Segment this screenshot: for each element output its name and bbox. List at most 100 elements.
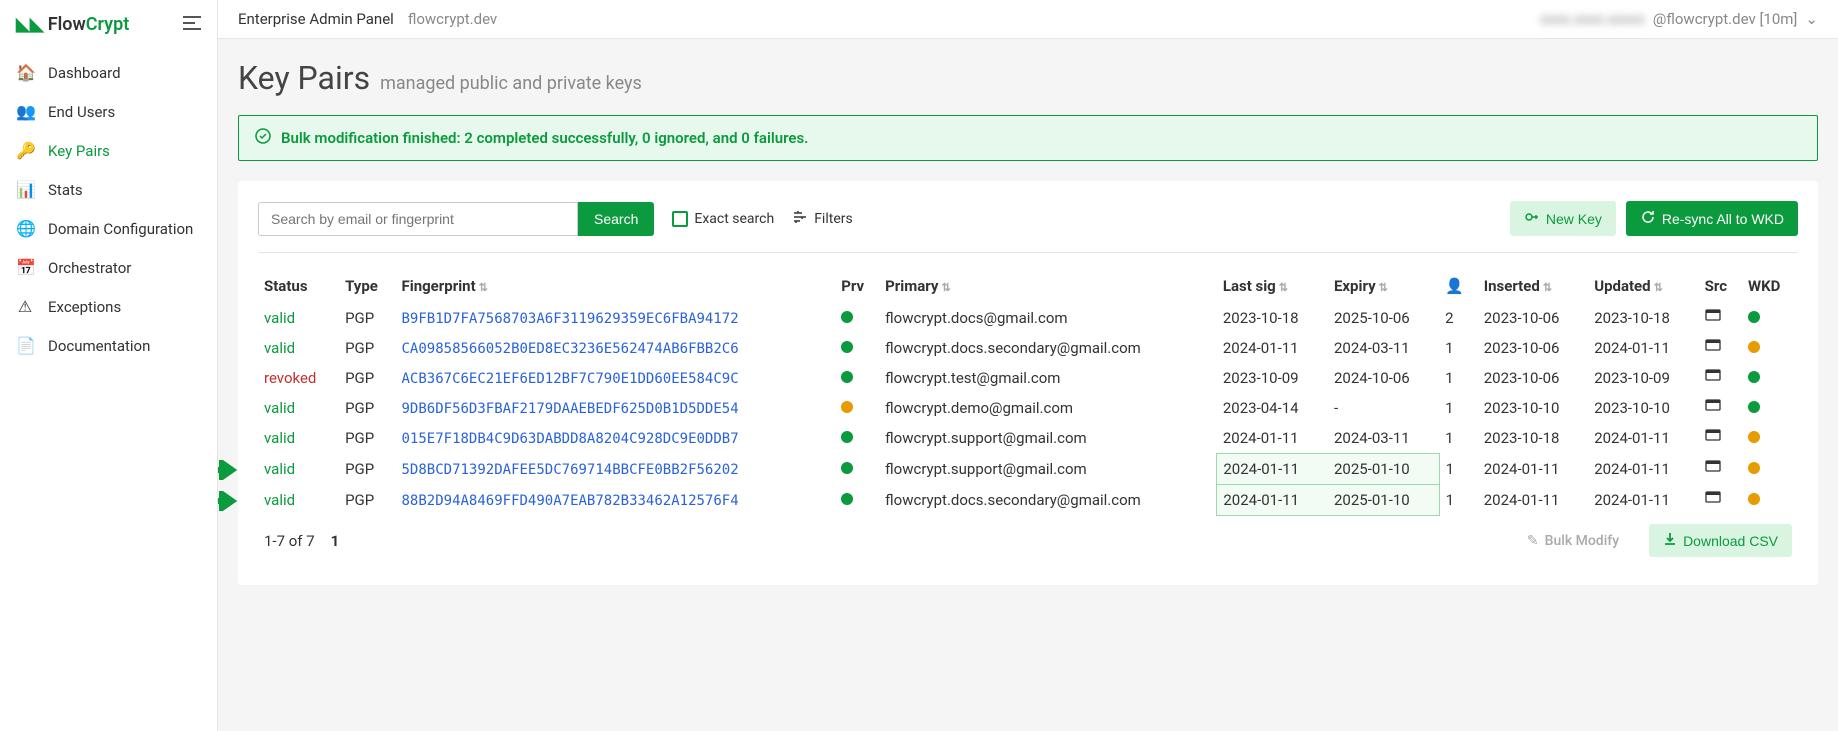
- cell-inserted: 2023-10-06: [1478, 363, 1588, 393]
- cell-users: 1: [1439, 485, 1478, 516]
- sidebar-item-dashboard[interactable]: 🏠Dashboard: [0, 53, 217, 92]
- logo-text-flow: Flow: [48, 14, 86, 35]
- cell-users: 1: [1439, 423, 1478, 454]
- nav-label: Exceptions: [48, 298, 121, 316]
- filters-button[interactable]: Filters: [792, 209, 853, 229]
- prv-dot-icon: [841, 493, 853, 505]
- status-badge: valid: [264, 460, 295, 478]
- fingerprint-link[interactable]: B9FB1D7FA7568703A6F3119629359EC6FBA94172: [402, 311, 739, 327]
- logo-text-crypt: Crypt: [86, 14, 130, 35]
- download-csv-label: Download CSV: [1683, 533, 1778, 549]
- cell-last-sig: 2024-01-11: [1217, 333, 1328, 363]
- cell-primary: flowcrypt.docs@gmail.com: [879, 303, 1217, 333]
- prv-dot-icon: [841, 311, 853, 323]
- bulk-modify-label: Bulk Modify: [1545, 533, 1619, 549]
- cell-type: PGP: [339, 423, 395, 454]
- nav-icon: 🔑: [16, 141, 34, 160]
- fingerprint-link[interactable]: 015E7F18DB4C9D63DABDD8A8204C928DC9E0DDB7: [402, 431, 739, 447]
- col-fingerprint[interactable]: Fingerprint⇅: [396, 269, 836, 303]
- wkd-dot-icon: [1748, 493, 1760, 505]
- alert-text: Bulk modification finished: 2 completed …: [281, 129, 808, 147]
- col-type[interactable]: Type: [339, 269, 395, 303]
- status-badge: revoked: [264, 369, 316, 387]
- pagination-page[interactable]: 1: [331, 532, 340, 550]
- cell-users: 1: [1439, 454, 1478, 485]
- topbar-title: Enterprise Admin Panel: [238, 10, 394, 28]
- cell-updated: 2024-01-11: [1588, 333, 1698, 363]
- cell-updated: 2024-01-11: [1588, 485, 1698, 516]
- col-inserted[interactable]: Inserted⇅: [1478, 269, 1588, 303]
- col-primary[interactable]: Primary⇅: [879, 269, 1217, 303]
- col-src[interactable]: Src: [1699, 269, 1742, 303]
- fingerprint-link[interactable]: 88B2D94A8469FFD490A7EAB782B33462A12576F4: [402, 493, 739, 509]
- prv-dot-icon: [841, 371, 853, 383]
- panel: Search Exact search Filters: [238, 181, 1818, 585]
- cell-inserted: 2024-01-11: [1478, 454, 1588, 485]
- table-row[interactable]: valid PGP B9FB1D7FA7568703A6F3119629359E…: [258, 303, 1798, 333]
- col-status[interactable]: Status: [258, 269, 339, 303]
- filter-icon: [792, 209, 808, 229]
- table-row[interactable]: valid PGP 5D8BCD71392DAFEE5DC769714BBCFE…: [258, 454, 1798, 485]
- cell-updated: 2024-01-11: [1588, 454, 1698, 485]
- new-key-button[interactable]: New Key: [1510, 201, 1616, 236]
- nav-label: End Users: [48, 103, 115, 121]
- search-input[interactable]: [258, 202, 578, 236]
- search-button[interactable]: Search: [578, 202, 654, 236]
- resync-button[interactable]: Re-sync All to WKD: [1626, 201, 1798, 236]
- table-footer: 1-7 of 7 1 ✎ Bulk Modify Download CSV: [258, 516, 1798, 565]
- cell-expiry: 2024-10-06: [1328, 363, 1439, 393]
- exact-search-toggle[interactable]: Exact search: [672, 211, 774, 227]
- user-name-blurred: xxxx.xxxx.xxxxx: [1540, 10, 1645, 28]
- sidebar-item-key-pairs[interactable]: 🔑Key Pairs: [0, 131, 217, 170]
- fingerprint-link[interactable]: 5D8BCD71392DAFEE5DC769714BBCFE0BB2F56202: [402, 462, 739, 478]
- table-row[interactable]: revoked PGP ACB367C6EC21EF6ED12BF7C790E1…: [258, 363, 1798, 393]
- cell-last-sig: 2024-01-11: [1217, 485, 1328, 516]
- col-expiry[interactable]: Expiry⇅: [1328, 269, 1439, 303]
- cell-users: 1: [1439, 363, 1478, 393]
- col-users[interactable]: 👤: [1439, 269, 1478, 303]
- toolbar: Search Exact search Filters: [258, 201, 1798, 253]
- col-last-sig[interactable]: Last sig⇅: [1217, 269, 1328, 303]
- sidebar-item-documentation[interactable]: 📄Documentation: [0, 326, 217, 365]
- sidebar-item-stats[interactable]: 📊Stats: [0, 170, 217, 209]
- arrow-marker-icon: [218, 491, 242, 511]
- wkd-dot-icon: [1748, 311, 1760, 323]
- cell-inserted: 2024-01-11: [1478, 485, 1588, 516]
- nav-label: Domain Configuration: [48, 220, 193, 238]
- table-row[interactable]: valid PGP CA09858566052B0ED8EC3236E56247…: [258, 333, 1798, 363]
- col-wkd[interactable]: WKD: [1742, 269, 1798, 303]
- sidebar-item-exceptions[interactable]: ⚠ Exceptions: [0, 287, 217, 326]
- fingerprint-link[interactable]: CA09858566052B0ED8EC3236E562474AB6FBB2C6: [402, 341, 739, 357]
- user-suffix: @flowcrypt.dev [10m]: [1653, 10, 1798, 28]
- logo[interactable]: ◣◣ FlowCrypt: [16, 14, 129, 35]
- exact-search-label: Exact search: [694, 211, 774, 227]
- cell-expiry: -: [1328, 393, 1439, 423]
- sidebar-item-end-users[interactable]: 👥End Users: [0, 92, 217, 131]
- col-updated[interactable]: Updated⇅: [1588, 269, 1698, 303]
- table-row[interactable]: valid PGP 88B2D94A8469FFD490A7EAB782B334…: [258, 485, 1798, 516]
- cell-primary: flowcrypt.support@gmail.com: [879, 423, 1217, 454]
- success-alert: Bulk modification finished: 2 completed …: [238, 115, 1818, 161]
- table-row[interactable]: valid PGP 015E7F18DB4C9D63DABDD8A8204C92…: [258, 423, 1798, 454]
- bulk-modify-button[interactable]: ✎ Bulk Modify: [1513, 525, 1633, 557]
- download-csv-button[interactable]: Download CSV: [1649, 524, 1792, 557]
- user-menu[interactable]: xxxx.xxxx.xxxxx @flowcrypt.dev [10m] ⌄: [1540, 10, 1818, 28]
- nav-icon: ⚠: [16, 297, 34, 316]
- cell-users: 1: [1439, 393, 1478, 423]
- col-prv[interactable]: Prv: [835, 269, 879, 303]
- cell-expiry: 2025-01-10: [1328, 485, 1439, 516]
- menu-toggle-icon[interactable]: [183, 16, 201, 34]
- fingerprint-link[interactable]: 9DB6DF56D3FBAF2179DAAEBEDF625D0B1D5DDE54: [402, 401, 739, 417]
- status-badge: valid: [264, 491, 295, 509]
- source-icon: [1705, 429, 1721, 447]
- main: Enterprise Admin Panel flowcrypt.dev xxx…: [218, 0, 1838, 731]
- sidebar-item-orchestrator[interactable]: 📅Orchestrator: [0, 248, 217, 287]
- filters-label: Filters: [814, 211, 853, 227]
- sort-icon: ⇅: [1379, 281, 1388, 294]
- check-circle-icon: [255, 128, 271, 148]
- fingerprint-link[interactable]: ACB367C6EC21EF6ED12BF7C790E1DD60EE584C9C: [402, 371, 739, 387]
- cell-last-sig: 2023-04-14: [1217, 393, 1328, 423]
- new-key-label: New Key: [1546, 211, 1602, 227]
- sidebar-item-domain-configuration[interactable]: 🌐Domain Configuration: [0, 209, 217, 248]
- table-row[interactable]: valid PGP 9DB6DF56D3FBAF2179DAAEBEDF625D…: [258, 393, 1798, 423]
